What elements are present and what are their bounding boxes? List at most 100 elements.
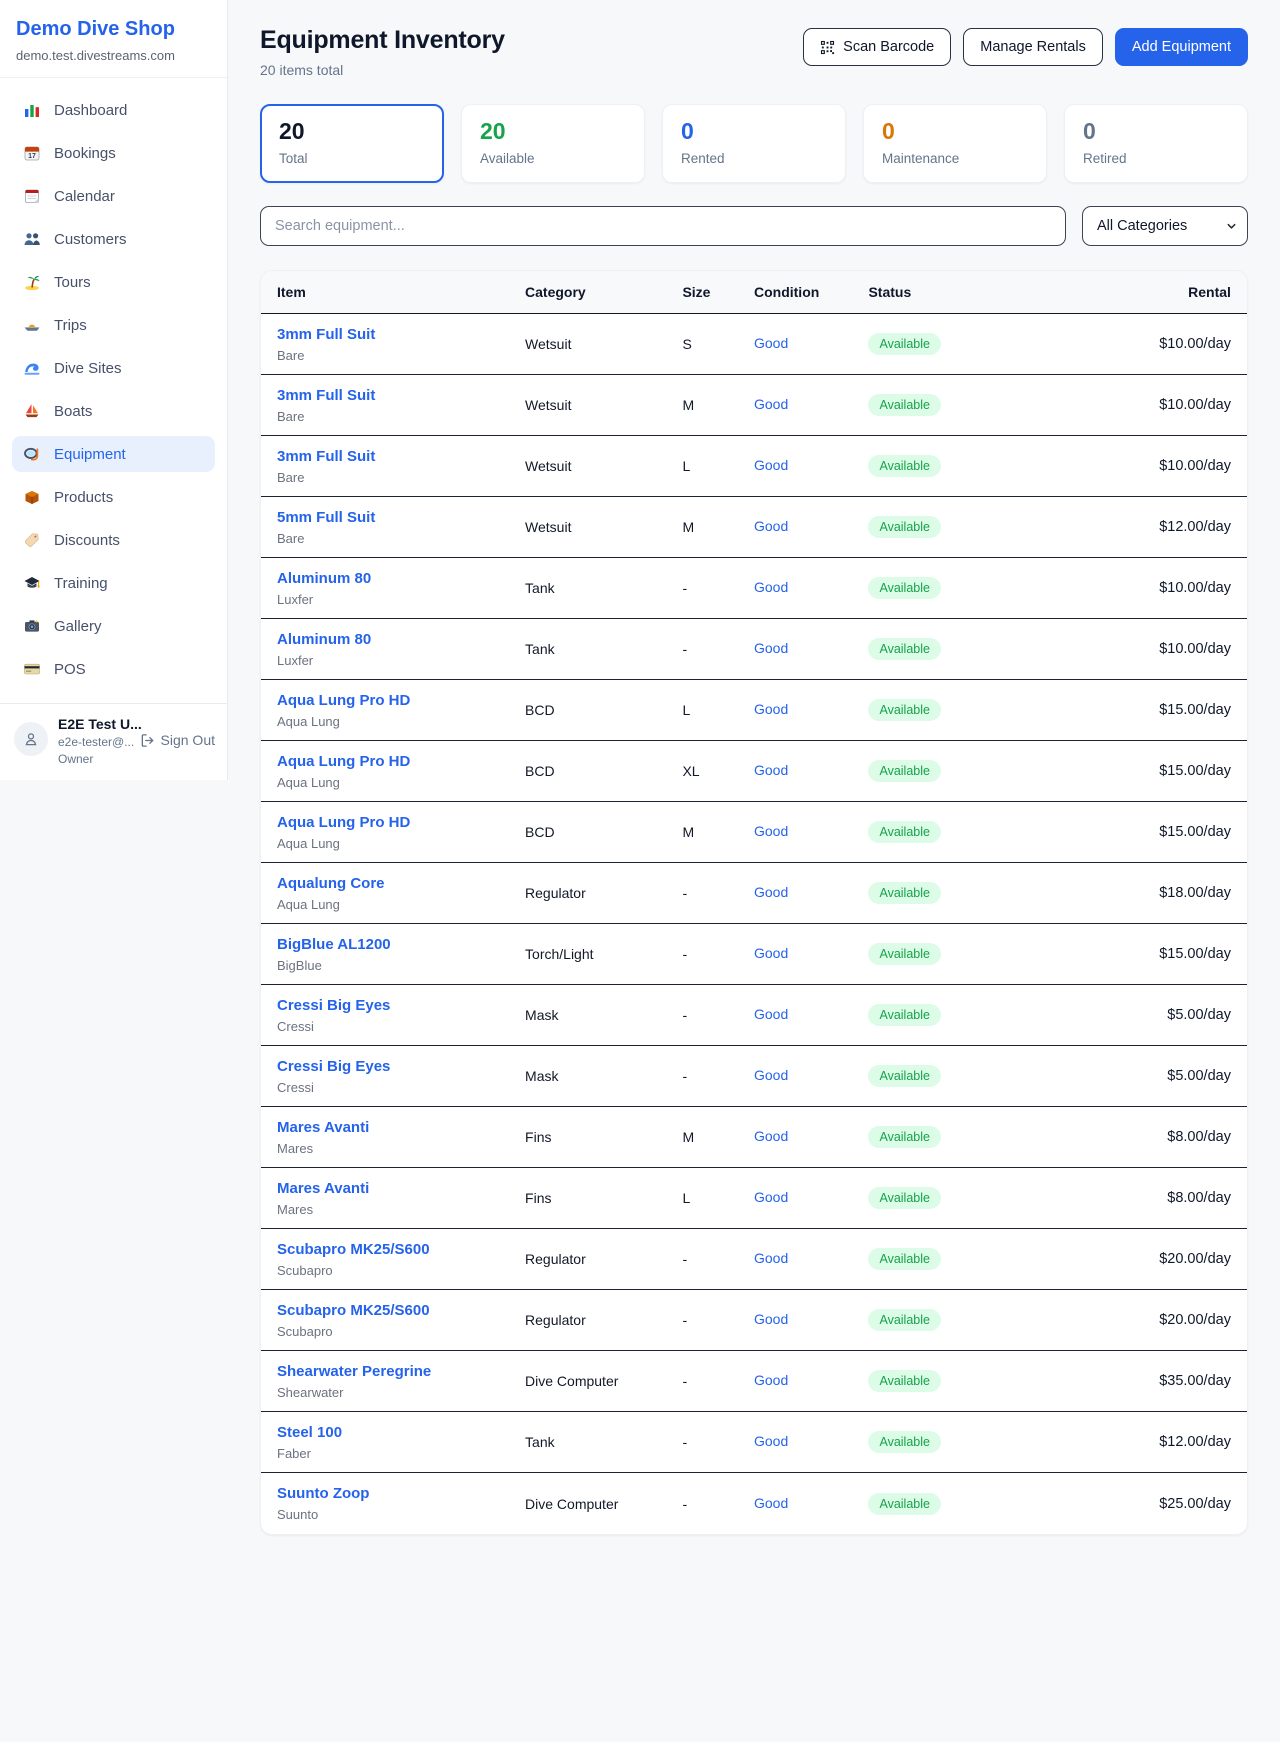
item-name-link[interactable]: BigBlue AL1200: [277, 936, 391, 953]
sidebar: Demo Dive Shop demo.test.divestreams.com…: [0, 0, 228, 780]
condition-cell: Good: [754, 579, 868, 597]
item-name-link[interactable]: Shearwater Peregrine: [277, 1363, 431, 1380]
item-cell: Aqua Lung Pro HD Aqua Lung: [277, 753, 525, 790]
item-condition-link[interactable]: Good: [754, 1189, 788, 1205]
item-condition-link[interactable]: Good: [754, 1250, 788, 1266]
item-condition-link[interactable]: Good: [754, 1433, 788, 1449]
item-category: BCD: [525, 824, 682, 840]
sidebar-item-customers[interactable]: Customers: [12, 221, 215, 257]
item-condition-link[interactable]: Good: [754, 640, 788, 656]
item-condition-link[interactable]: Good: [754, 762, 788, 778]
item-name-link[interactable]: Scubapro MK25/S600: [277, 1302, 430, 1319]
speedboat-icon: [23, 316, 41, 334]
sidebar-item-products[interactable]: Products: [12, 479, 215, 515]
sign-out-button[interactable]: Sign Out: [140, 732, 215, 748]
sidebar-item-boats[interactable]: Boats: [12, 393, 215, 429]
item-brand: Faber: [277, 1446, 525, 1461]
bar-chart-icon: [23, 101, 41, 119]
item-condition-link[interactable]: Good: [754, 579, 788, 595]
stat-card-retired[interactable]: 0 Retired: [1064, 104, 1248, 183]
item-cell: 3mm Full Suit Bare: [277, 448, 525, 485]
table-row: Aluminum 80 Luxfer Tank - Good Available…: [261, 558, 1247, 619]
item-name-link[interactable]: Aqua Lung Pro HD: [277, 692, 410, 709]
item-condition-link[interactable]: Good: [754, 1311, 788, 1327]
sidebar-item-trips[interactable]: Trips: [12, 307, 215, 343]
manage-rentals-button[interactable]: Manage Rentals: [963, 28, 1103, 66]
table-row: Cressi Big Eyes Cressi Mask - Good Avail…: [261, 985, 1247, 1046]
category-select[interactable]: All Categories: [1082, 206, 1248, 246]
stat-card-available[interactable]: 20 Available: [461, 104, 645, 183]
item-condition-link[interactable]: Good: [754, 518, 788, 534]
item-condition-link[interactable]: Good: [754, 823, 788, 839]
sidebar-item-label: Equipment: [54, 446, 126, 463]
stat-card-rented[interactable]: 0 Rented: [662, 104, 846, 183]
item-condition-link[interactable]: Good: [754, 1495, 788, 1511]
search-input[interactable]: [260, 206, 1066, 246]
item-condition-link[interactable]: Good: [754, 1006, 788, 1022]
item-size: -: [682, 1434, 754, 1450]
item-name-link[interactable]: Steel 100: [277, 1424, 342, 1441]
item-cell: Aqualung Core Aqua Lung: [277, 875, 525, 912]
stat-card-maintenance[interactable]: 0 Maintenance: [863, 104, 1047, 183]
sidebar-item-pos[interactable]: POS: [12, 651, 215, 687]
column-header-category: Category: [525, 284, 682, 300]
camera-icon: [23, 617, 41, 635]
item-name-link[interactable]: Aqua Lung Pro HD: [277, 753, 410, 770]
item-name-link[interactable]: 3mm Full Suit: [277, 326, 375, 343]
sidebar-item-dive-sites[interactable]: Dive Sites: [12, 350, 215, 386]
item-rental: $15.00/day: [1012, 946, 1231, 962]
sidebar-item-dashboard[interactable]: Dashboard: [12, 92, 215, 128]
sidebar-item-discounts[interactable]: Discounts: [12, 522, 215, 558]
item-name-link[interactable]: Mares Avanti: [277, 1119, 369, 1136]
item-rental: $5.00/day: [1012, 1007, 1231, 1023]
item-name-link[interactable]: Aluminum 80: [277, 631, 371, 648]
item-name-link[interactable]: 5mm Full Suit: [277, 509, 375, 526]
item-name-link[interactable]: Scubapro MK25/S600: [277, 1241, 430, 1258]
item-condition-link[interactable]: Good: [754, 457, 788, 473]
item-name-link[interactable]: 3mm Full Suit: [277, 448, 375, 465]
item-condition-link[interactable]: Good: [754, 945, 788, 961]
sidebar-item-training[interactable]: Training: [12, 565, 215, 601]
add-equipment-button[interactable]: Add Equipment: [1115, 28, 1248, 66]
item-cell: Scubapro MK25/S600 Scubapro: [277, 1302, 525, 1339]
wave-icon: [23, 359, 41, 377]
condition-cell: Good: [754, 1311, 868, 1329]
item-condition-link[interactable]: Good: [754, 884, 788, 900]
item-size: -: [682, 1373, 754, 1389]
item-category: Wetsuit: [525, 336, 682, 352]
condition-cell: Good: [754, 640, 868, 658]
sidebar-item-gallery[interactable]: Gallery: [12, 608, 215, 644]
scan-barcode-button[interactable]: Scan Barcode: [803, 28, 951, 66]
status-badge: Available: [868, 638, 941, 660]
item-name-link[interactable]: Cressi Big Eyes: [277, 1058, 390, 1075]
item-condition-link[interactable]: Good: [754, 396, 788, 412]
item-name-link[interactable]: Aqualung Core: [277, 875, 385, 892]
item-name-link[interactable]: Aluminum 80: [277, 570, 371, 587]
item-name-link[interactable]: Mares Avanti: [277, 1180, 369, 1197]
stat-label: Rented: [681, 151, 827, 166]
barcode-scan-icon: [820, 40, 835, 55]
item-condition-link[interactable]: Good: [754, 1372, 788, 1388]
sidebar-nav: Dashboard 17 Bookings Calendar Customers…: [0, 78, 227, 703]
item-category: Wetsuit: [525, 519, 682, 535]
sidebar-item-bookings[interactable]: 17 Bookings: [12, 135, 215, 171]
condition-cell: Good: [754, 518, 868, 536]
item-condition-link[interactable]: Good: [754, 1128, 788, 1144]
sidebar-item-equipment[interactable]: Equipment: [12, 436, 215, 472]
item-condition-link[interactable]: Good: [754, 1067, 788, 1083]
item-category: Tank: [525, 580, 682, 596]
condition-cell: Good: [754, 1067, 868, 1085]
item-cell: Shearwater Peregrine Shearwater: [277, 1363, 525, 1400]
sidebar-item-calendar[interactable]: Calendar: [12, 178, 215, 214]
item-condition-link[interactable]: Good: [754, 701, 788, 717]
item-name-link[interactable]: 3mm Full Suit: [277, 387, 375, 404]
item-name-link[interactable]: Suunto Zoop: [277, 1485, 369, 1502]
main-content: Equipment Inventory 20 items total: [228, 0, 1280, 1595]
item-name-link[interactable]: Cressi Big Eyes: [277, 997, 390, 1014]
stat-card-total[interactable]: 20 Total: [260, 104, 444, 183]
item-rental: $25.00/day: [1012, 1496, 1231, 1512]
item-size: M: [682, 397, 754, 413]
sidebar-item-tours[interactable]: Tours: [12, 264, 215, 300]
item-condition-link[interactable]: Good: [754, 335, 788, 351]
item-name-link[interactable]: Aqua Lung Pro HD: [277, 814, 410, 831]
